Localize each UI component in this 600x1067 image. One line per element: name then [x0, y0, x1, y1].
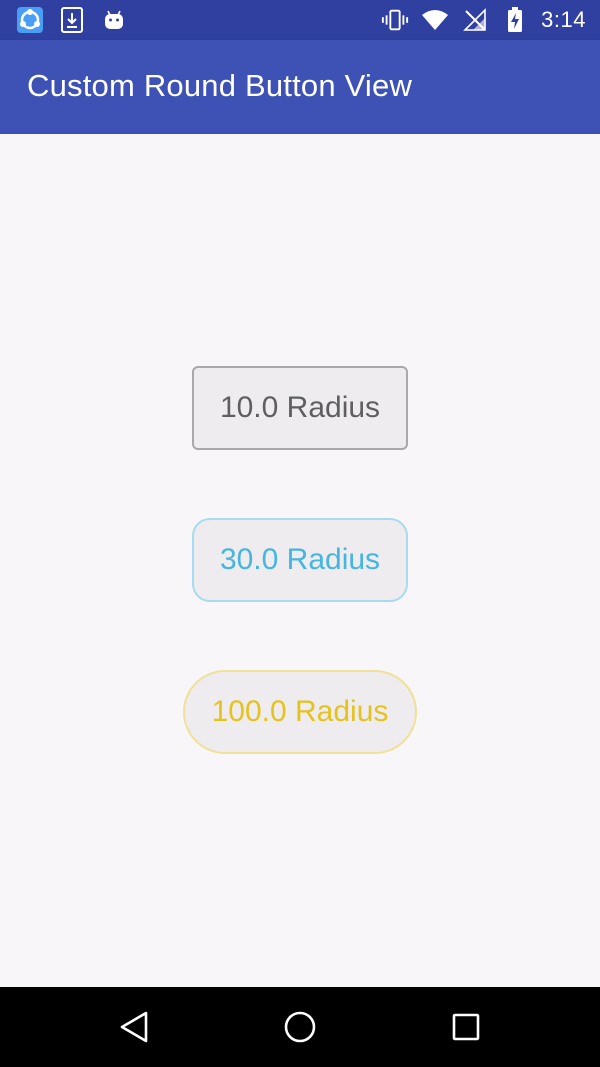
shareit-app-icon: [16, 6, 44, 34]
status-system-icons: 3:14: [381, 6, 586, 34]
status-bar: 3:14: [0, 0, 600, 40]
round-button-radius-30[interactable]: 30.0 Radius: [192, 518, 408, 602]
back-button[interactable]: [114, 1007, 154, 1047]
back-icon: [120, 1011, 148, 1043]
round-button-radius-100[interactable]: 100.0 Radius: [183, 670, 417, 754]
battery-charging-icon: [501, 6, 529, 34]
android-icon: [100, 6, 128, 34]
round-button-radius-10[interactable]: 10.0 Radius: [192, 366, 408, 450]
status-clock: 3:14: [541, 7, 586, 32]
home-icon: [284, 1011, 316, 1043]
main-content: 10.0 Radius 30.0 Radius 100.0 Radius: [0, 134, 600, 987]
app-title: Custom Round Button View: [27, 68, 413, 103]
recent-apps-button[interactable]: [446, 1007, 486, 1047]
vibrate-icon: [381, 6, 409, 34]
download-icon: [58, 6, 86, 34]
home-button[interactable]: [280, 1007, 320, 1047]
navigation-bar: [0, 987, 600, 1067]
status-notifications: [16, 6, 128, 34]
recent-apps-icon: [452, 1013, 480, 1041]
wifi-icon: [421, 6, 449, 34]
no-sim-icon: [461, 6, 489, 34]
app-bar: Custom Round Button View: [0, 40, 600, 134]
